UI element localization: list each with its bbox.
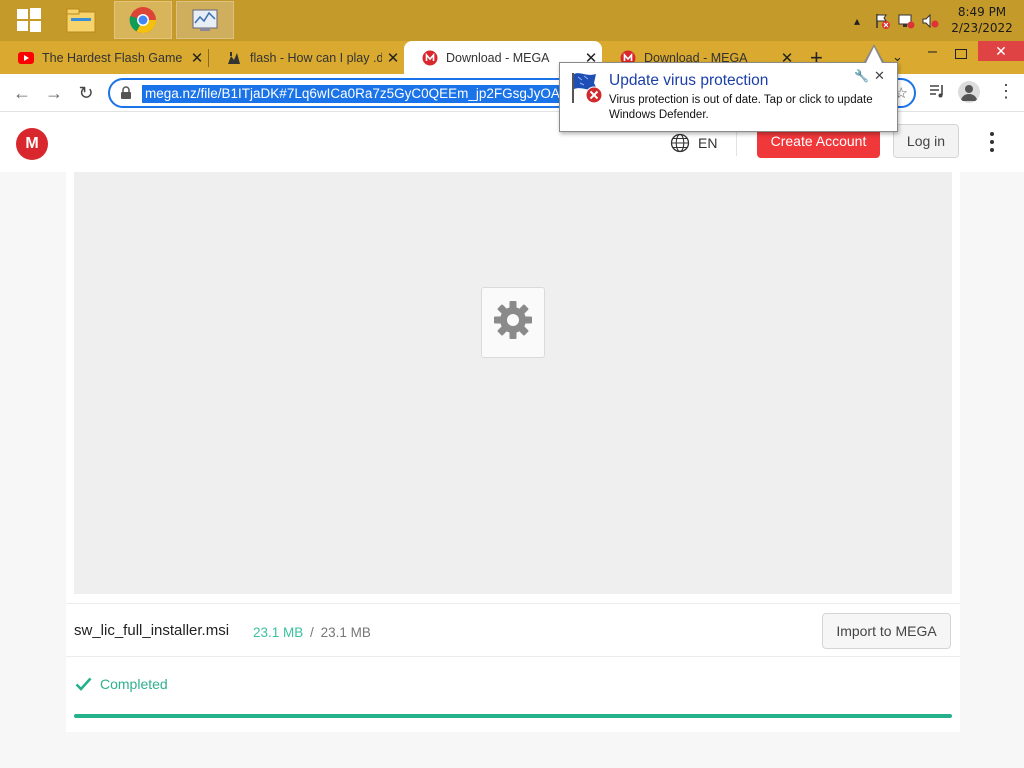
file-info-row: sw_lic_full_installer.msi 23.1 MB / 23.1… xyxy=(66,603,960,657)
progress-fill xyxy=(74,714,952,718)
file-size: 23.1 MB / 23.1 MB xyxy=(253,625,371,640)
volume-muted-icon[interactable] xyxy=(920,0,940,41)
download-status: Completed xyxy=(75,676,168,692)
forward-arrow-icon[interactable]: → xyxy=(43,82,65,104)
windows-taskbar: ▴ 8:49 PM 2/23/2022 xyxy=(0,0,1024,41)
minimize-window-icon[interactable]: – xyxy=(928,43,937,61)
game-icon xyxy=(226,50,242,66)
close-window-icon[interactable]: ✕ xyxy=(978,41,1024,61)
notification-title: Update virus protection xyxy=(609,72,769,89)
total-size: 23.1 MB xyxy=(320,625,371,640)
mega-icon xyxy=(422,50,438,66)
show-hidden-icons-icon[interactable]: ▴ xyxy=(850,0,864,41)
file-explorer-icon[interactable] xyxy=(52,1,110,39)
file-name: sw_lic_full_installer.msi xyxy=(74,622,230,639)
globe-icon xyxy=(670,133,690,153)
reading-list-icon[interactable] xyxy=(928,82,946,105)
lock-icon xyxy=(120,86,132,105)
status-text: Completed xyxy=(100,676,168,692)
tab-title: flash - How can I play .dc xyxy=(250,50,382,65)
notification-settings-wrench-icon[interactable]: 🔧 xyxy=(854,69,869,83)
youtube-icon xyxy=(18,50,34,66)
system-clock[interactable]: 8:49 PM 2/23/2022 xyxy=(950,4,1014,36)
restore-window-icon[interactable] xyxy=(955,49,967,59)
notification-close-icon[interactable]: ✕ xyxy=(874,68,885,84)
language-code: EN xyxy=(698,135,718,151)
tab-title: The Hardest Flash Game xyxy=(42,50,183,65)
clock-date: 2/23/2022 xyxy=(951,21,1013,35)
tab-flash-how-can-i-play[interactable]: flash - How can I play .dc ✕ xyxy=(208,41,404,74)
chrome-taskbar-icon[interactable] xyxy=(114,1,172,39)
mega-logo-icon[interactable]: M xyxy=(16,128,48,160)
notification-body: Virus protection is out of date. Tap or … xyxy=(609,94,873,121)
windows-start-icon[interactable] xyxy=(0,1,58,39)
windows-defender-notification[interactable]: Update virus protection 🔧 ✕ Virus protec… xyxy=(559,62,898,132)
back-arrow-icon[interactable]: ← xyxy=(11,82,33,104)
file-preview-area xyxy=(74,172,952,594)
downloaded-size: 23.1 MB xyxy=(253,625,304,640)
task-manager-icon[interactable] xyxy=(176,1,234,39)
clock-time: 8:49 PM xyxy=(957,5,1007,19)
logo-letter: M xyxy=(25,135,39,152)
login-button[interactable]: Log in xyxy=(893,124,959,158)
profile-avatar-icon[interactable] xyxy=(958,81,980,103)
header-divider xyxy=(736,128,737,156)
size-separator: / xyxy=(310,625,314,640)
close-tab-icon[interactable]: ✕ xyxy=(186,49,208,67)
action-center-flag-icon[interactable] xyxy=(872,0,892,41)
chrome-menu-icon[interactable]: ⋮ xyxy=(997,80,1015,102)
import-to-mega-button[interactable]: Import to MEGA xyxy=(822,613,951,649)
checkmark-icon xyxy=(75,677,92,691)
network-icon[interactable] xyxy=(896,0,916,41)
language-selector[interactable]: EN xyxy=(670,132,717,154)
windows-defender-flag-icon xyxy=(570,71,606,110)
settings-gear-icon xyxy=(492,299,534,346)
download-progress-bar xyxy=(74,714,952,718)
notification-pointer-inner xyxy=(866,47,882,63)
tab-hardest-flash-game[interactable]: The Hardest Flash Game ✕ xyxy=(0,41,208,74)
url-text-selected[interactable]: mega.nz/file/B1ITjaDK#7Lq6wICa0Ra7z5GyC0… xyxy=(142,85,582,103)
close-tab-icon[interactable]: ✕ xyxy=(382,49,404,67)
reload-icon[interactable]: ↻ xyxy=(75,82,97,104)
site-menu-icon[interactable] xyxy=(984,130,1000,154)
file-thumbnail xyxy=(481,287,545,358)
